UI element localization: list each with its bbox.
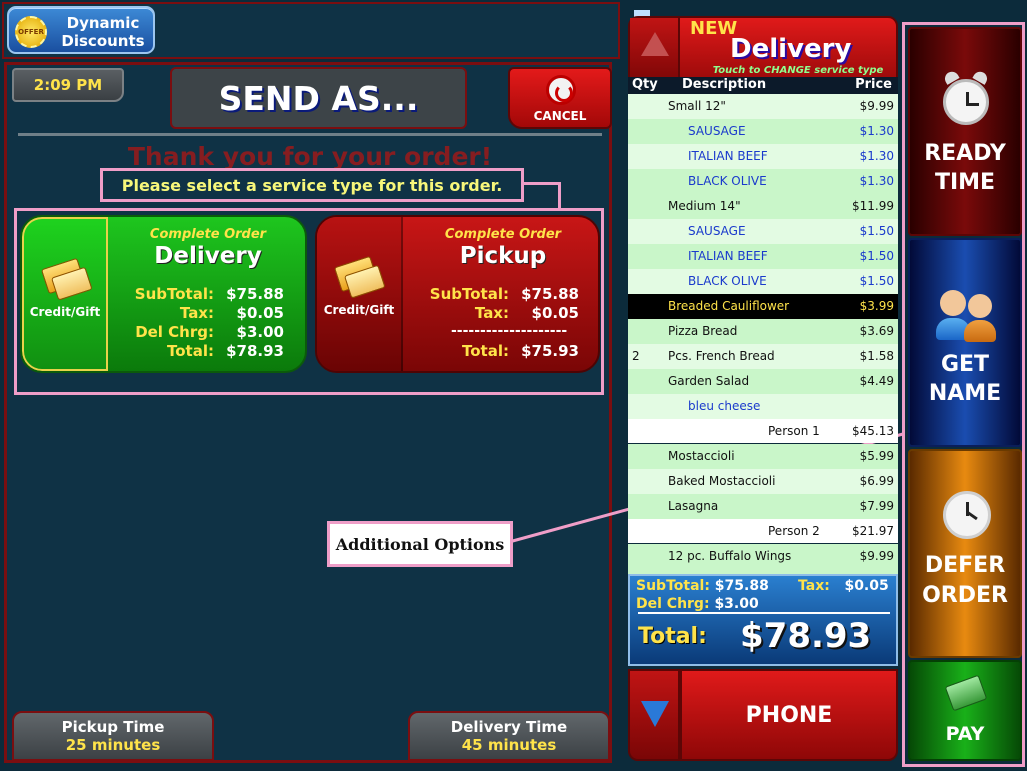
list-item[interactable]: SAUSAGE $1.30 <box>628 119 898 144</box>
scroll-down-icon[interactable] <box>628 669 680 761</box>
get-name-label-2: NAME <box>928 381 1002 406</box>
additional-options-annotation: Additional Options <box>327 521 513 567</box>
money-icon <box>944 674 988 712</box>
totals-divider <box>638 612 890 614</box>
credit-card-icon <box>40 257 86 295</box>
credit-gift-label: Credit/Gift <box>323 303 395 317</box>
people-icon <box>964 294 996 342</box>
total-label: Total: <box>638 624 707 649</box>
select-service-message: Please select a service type for this or… <box>100 168 524 202</box>
pay-button[interactable]: PAY <box>908 660 1022 761</box>
cancel-icon <box>546 75 576 105</box>
list-item[interactable]: 12 pc. Buffalo Wings $9.99 <box>628 544 898 574</box>
complete-order-pickup-button[interactable]: Credit/Gift Complete Order Pickup SubTot… <box>315 215 600 373</box>
get-name-button[interactable]: GET NAME <box>908 238 1022 447</box>
cancel-label: CANCEL <box>533 109 587 123</box>
delivery-title: Delivery <box>154 243 262 269</box>
order-totals: SubTotal: $75.88 Tax: $0.05 Del Chrg: $3… <box>628 574 898 666</box>
ready-time-button[interactable]: READY TIME <box>908 27 1022 236</box>
thank-you-message: Thank you for your order! <box>127 142 493 171</box>
total-value: $78.93 <box>740 616 872 656</box>
offer-badge-icon: OFFER <box>15 16 47 48</box>
list-item[interactable]: Garden Salad $4.49 <box>628 369 898 394</box>
phone-button[interactable]: PHONE <box>680 669 898 761</box>
tax-row: Tax: $0.05 <box>179 304 284 322</box>
credit-card-icon <box>333 255 379 293</box>
change-service-hint: Touch to CHANGE service type <box>712 65 884 76</box>
pickup-time-button[interactable]: Pickup Time 25 minutes <box>12 711 214 761</box>
complete-order-label: Complete Order <box>444 227 562 242</box>
delivery-charge-row: Del Chrg: $3.00 <box>135 323 284 341</box>
phone-row: PHONE <box>628 669 898 761</box>
delivery-charge-line: Del Chrg: $3.00 <box>636 596 759 612</box>
subtotal-row: SubTotal: $75.88 <box>134 285 284 303</box>
defer-order-label-2: ORDER <box>922 583 1008 608</box>
list-item[interactable]: bleu cheese <box>628 394 898 419</box>
clock: 2:09 PM <box>12 68 124 102</box>
dynamic-discounts-button[interactable]: OFFER Dynamic Discounts <box>7 6 155 54</box>
list-item-selected[interactable]: Breaded Cauliflower $3.99 <box>628 294 898 319</box>
tax-row: Tax: $0.05 <box>474 304 579 322</box>
list-item[interactable]: ITALIAN BEEF $1.30 <box>628 144 898 169</box>
alarm-clock-icon <box>943 79 989 125</box>
credit-gift-label: Credit/Gift <box>29 305 101 319</box>
defer-order-button[interactable]: DEFER ORDER <box>908 449 1022 658</box>
dynamic-discounts-label: Dynamic Discounts <box>61 14 145 50</box>
dash-separator: -------------------- <box>451 323 568 339</box>
delivery-time-button[interactable]: Delivery Time 45 minutes <box>408 711 610 761</box>
pickup-credit-gift-button[interactable]: Credit/Gift <box>317 217 403 371</box>
subtotal-row: SubTotal: $75.88 <box>429 285 579 303</box>
pay-label: PAY <box>945 723 985 745</box>
list-item[interactable]: BLACK OLIVE $1.30 <box>628 169 898 194</box>
list-item[interactable]: Lasagna $7.99 <box>628 494 898 519</box>
clock-icon <box>943 491 991 539</box>
list-item[interactable]: 2 Pcs. French Bread $1.58 <box>628 344 898 369</box>
delivery-time-label: Delivery Time <box>450 718 568 736</box>
service-type-title: Delivery <box>730 34 852 64</box>
people-icon <box>936 290 970 340</box>
pickup-title: Pickup <box>459 243 547 269</box>
col-qty: Qty <box>632 77 658 92</box>
person-subtotal-row: Person 2 $21.97 <box>628 519 898 543</box>
list-item[interactable]: ITALIAN BEEF $1.50 <box>628 244 898 269</box>
list-item[interactable]: Pizza Bread $3.69 <box>628 319 898 344</box>
subtotal-line: SubTotal: $75.88 <box>636 578 769 594</box>
cancel-button[interactable]: CANCEL <box>508 67 612 129</box>
list-item[interactable]: BLACK OLIVE $1.50 <box>628 269 898 294</box>
complete-order-delivery-button[interactable]: Credit/Gift Complete Order Delivery SubT… <box>20 215 307 373</box>
list-item[interactable]: SAUSAGE $1.50 <box>628 219 898 244</box>
pickup-time-value: 25 minutes <box>65 736 161 754</box>
tax-line: Tax: $0.05 <box>798 578 889 594</box>
list-item[interactable]: Mostaccioli $5.99 <box>628 444 898 469</box>
scroll-up-icon[interactable] <box>630 18 680 84</box>
person-subtotal-row: Person 1 $45.13 <box>628 419 898 443</box>
col-price: Price <box>855 77 892 92</box>
total-row: Total: $78.93 <box>167 342 284 360</box>
annotation-connector <box>558 182 561 210</box>
annotation-connector <box>521 182 561 185</box>
order-column-headers: Qty Description Price <box>628 77 898 94</box>
get-name-label-1: GET <box>940 352 990 377</box>
list-item[interactable]: Small 12" $9.99 <box>628 94 898 119</box>
order-list[interactable]: Small 12" $9.99 SAUSAGE $1.30 ITALIAN BEEF… <box>628 94 898 574</box>
divider <box>18 133 602 136</box>
list-item[interactable]: Medium 14" $11.99 <box>628 194 898 219</box>
ready-time-label-1: READY <box>924 141 1006 166</box>
defer-order-label-1: DEFER <box>924 553 1006 578</box>
complete-order-label: Complete Order <box>149 227 267 242</box>
list-item[interactable]: Baked Mostaccioli $6.99 <box>628 469 898 494</box>
total-row: Total: $75.93 <box>462 342 579 360</box>
send-as-title: SEND AS... <box>170 67 467 129</box>
pickup-time-label: Pickup Time <box>61 718 165 736</box>
delivery-credit-gift-button[interactable]: Credit/Gift <box>22 217 108 371</box>
col-description: Description <box>682 77 767 92</box>
ready-time-label-2: TIME <box>934 170 996 195</box>
delivery-time-value: 45 minutes <box>461 736 557 754</box>
